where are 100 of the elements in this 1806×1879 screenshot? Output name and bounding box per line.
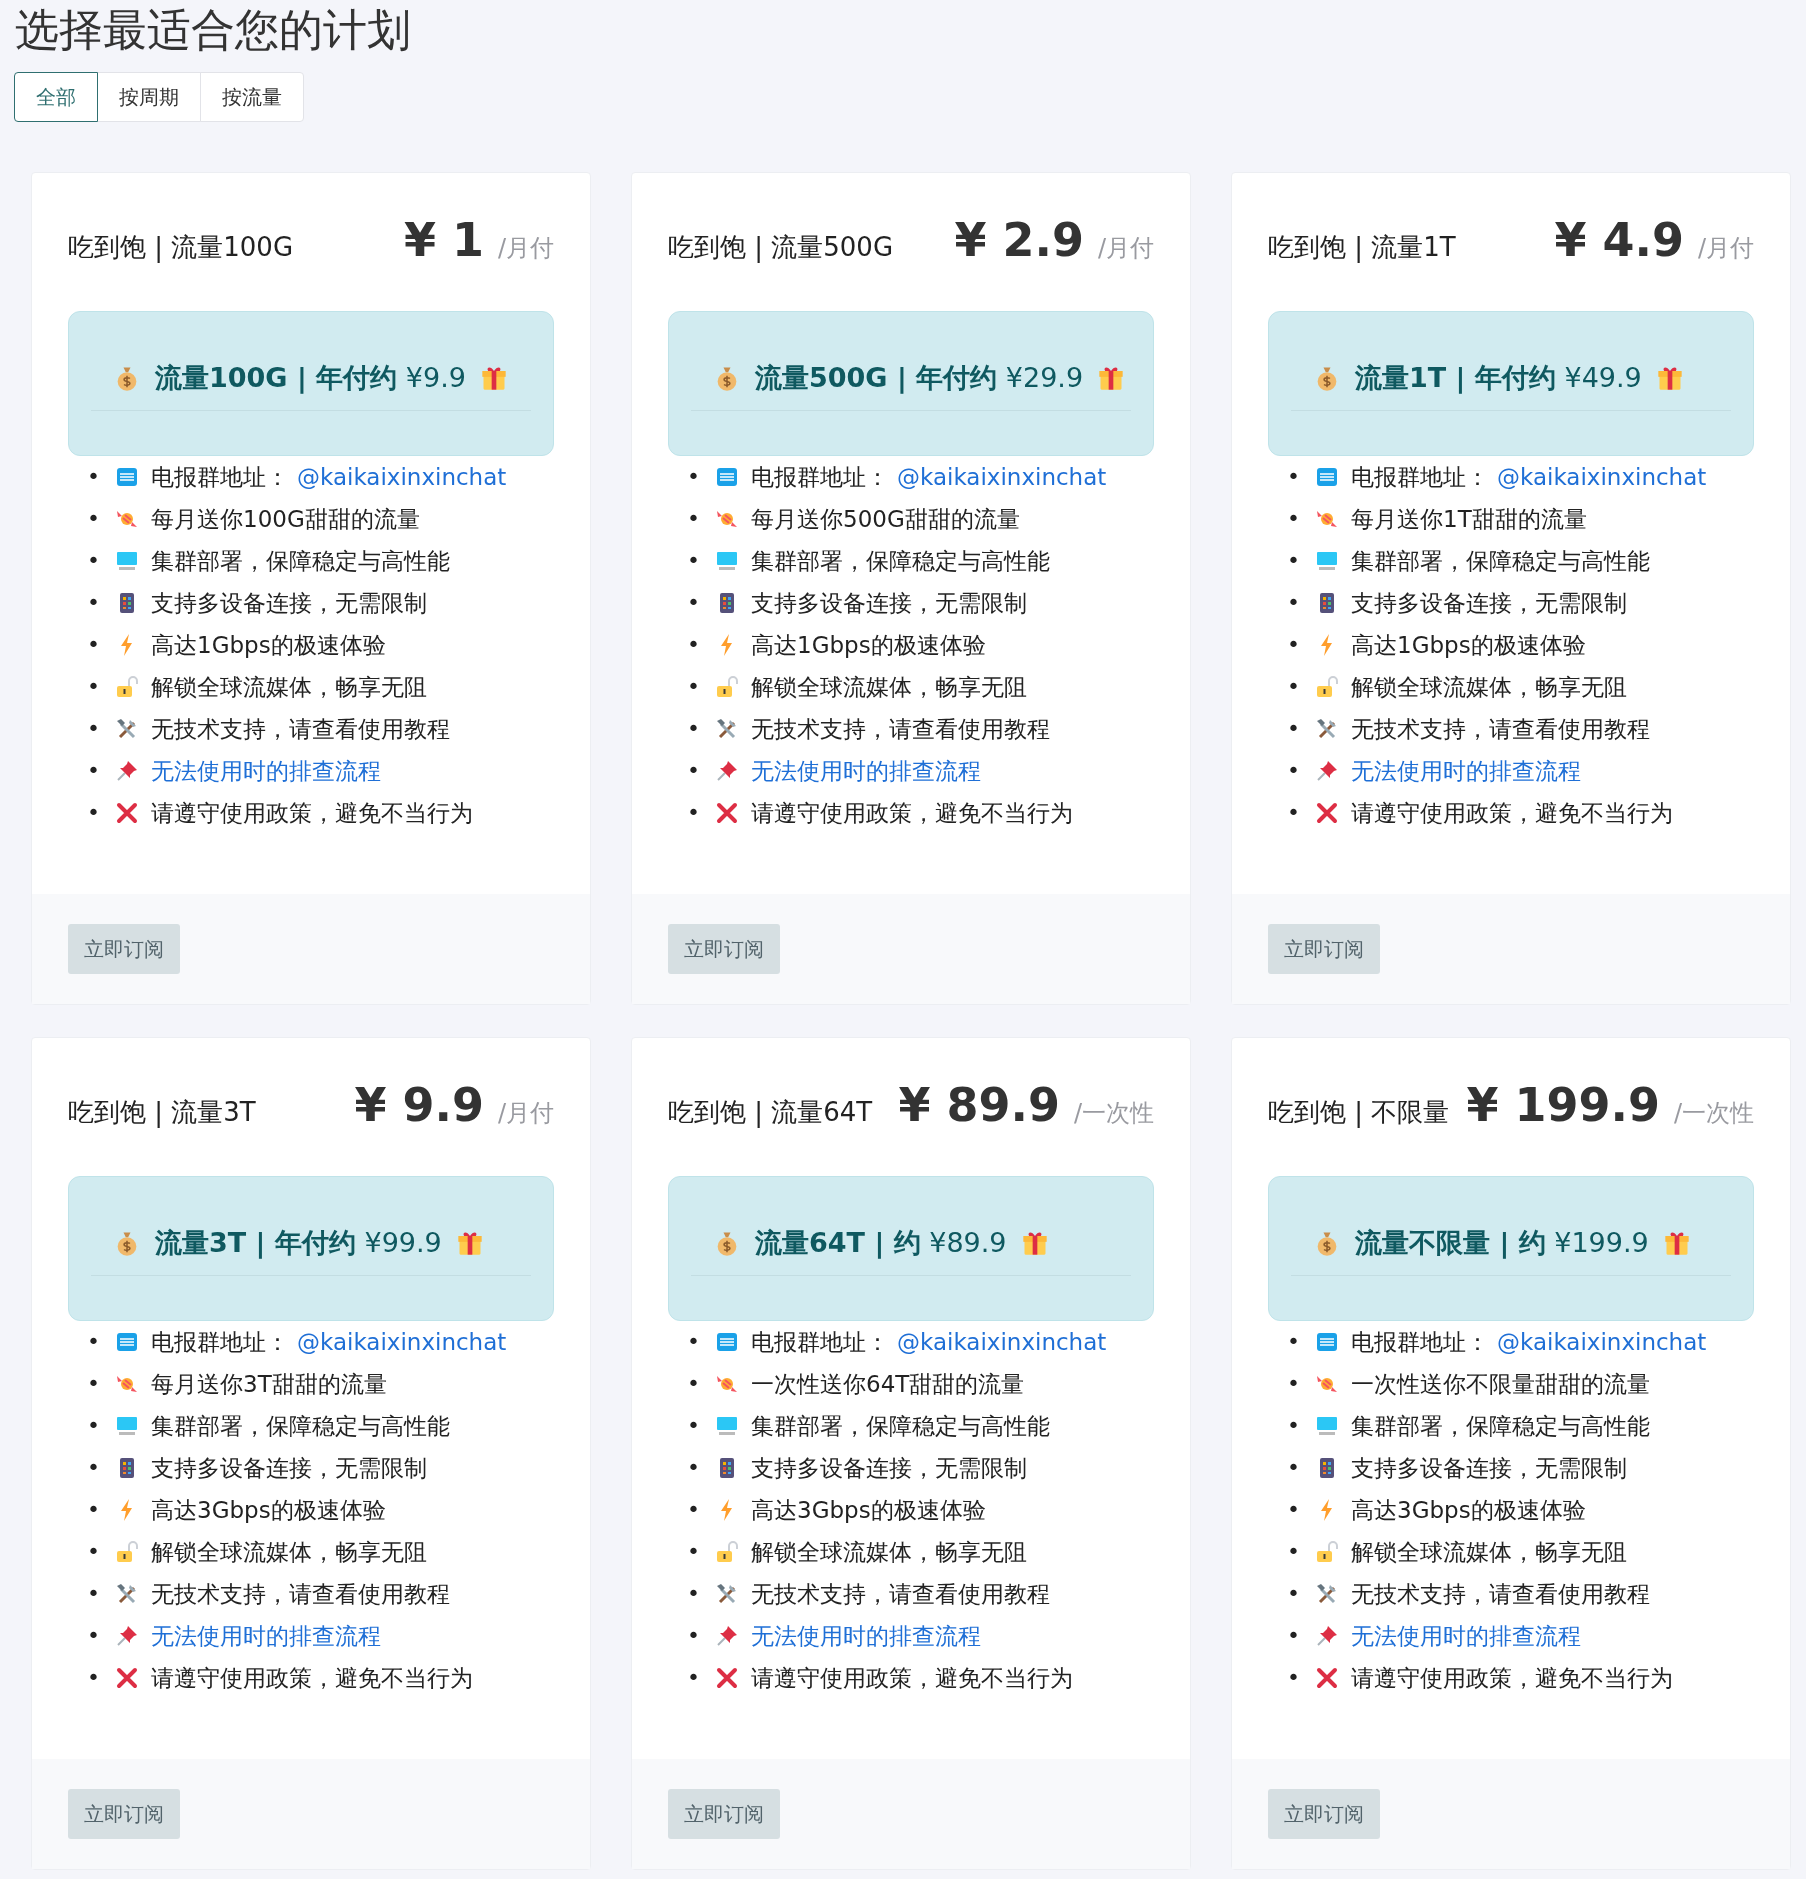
feature-text: 支持多设备连接，无需限制 [751,1454,1027,1483]
monitor-icon [715,549,739,573]
feature-link[interactable]: @kaikaixinxinchat [897,456,1107,498]
feature-text: 支持多设备连接，无需限制 [151,1454,427,1483]
feature-text: 每月送你3T甜甜的流量 [151,1370,387,1399]
filter-tab[interactable]: 按周期 [97,72,201,122]
offer-text: 流量500G | 年付约 ¥29.9 [755,361,1084,396]
cross-icon [1315,801,1339,825]
feature-text: 请遵守使用政策，避免不当行为 [151,1664,473,1693]
feature-text: 电报群地址： [1351,463,1489,492]
free-sign-icon [115,1330,139,1354]
free-sign-icon [715,465,739,489]
feature-text: 电报群地址： [151,1328,289,1357]
bullet: • [87,589,101,617]
feature-text: 高达1Gbps的极速体验 [751,631,986,660]
subscribe-button[interactable]: 立即订阅 [668,924,780,974]
bullet: • [687,799,701,827]
subscribe-button[interactable]: 立即订阅 [68,1789,180,1839]
bullet: • [1287,715,1301,743]
feature-link[interactable]: @kaikaixinxinchat [897,1321,1107,1363]
feature-text: 请遵守使用政策，避免不当行为 [751,1664,1073,1693]
bullet: • [1287,631,1301,659]
subscribe-button[interactable]: 立即订阅 [1268,1789,1380,1839]
feature-text: 无技术支持，请查看使用教程 [751,715,1050,744]
bullet: • [87,1412,101,1440]
billing-period: /一次性 [1073,1098,1154,1129]
feature-link[interactable]: 无法使用时的排查流程 [751,750,981,792]
feature-text: 支持多设备连接，无需限制 [151,589,427,618]
bullet: • [687,463,701,491]
free-sign-icon [1315,465,1339,489]
bullet: • [87,757,101,785]
bullet: • [687,1496,701,1524]
monitor-icon [715,1414,739,1438]
gift-icon [1655,364,1684,392]
hammer-and-wrench-icon [715,717,739,741]
cross-icon [715,801,739,825]
feature-link[interactable]: @kaikaixinxinchat [297,1321,507,1363]
feature-text: 每月送你1T甜甜的流量 [1351,505,1587,534]
gift-icon [1662,1229,1691,1257]
feature-link[interactable]: 无法使用时的排查流程 [1351,1615,1581,1657]
bullet: • [1287,1664,1301,1692]
feature-link[interactable]: 无法使用时的排查流程 [1351,750,1581,792]
unlocked-padlock-icon [715,1540,739,1564]
subscribe-button[interactable]: 立即订阅 [668,1789,780,1839]
feature-link[interactable]: @kaikaixinxinchat [1497,1321,1707,1363]
pushpin-icon [115,1624,139,1648]
feature-text: 高达1Gbps的极速体验 [151,631,386,660]
unlocked-padlock-icon [115,675,139,699]
offer-text: 流量100G | 年付约 ¥9.9 [155,361,466,396]
feature-link[interactable]: @kaikaixinxinchat [297,456,507,498]
filter-tab[interactable]: 全部 [14,72,98,122]
bullet: • [687,631,701,659]
feature-text: 请遵守使用政策，避免不当行为 [1351,1664,1673,1693]
subscribe-button[interactable]: 立即订阅 [1268,924,1380,974]
feature-text: 请遵守使用政策，避免不当行为 [751,799,1073,828]
bullet: • [687,505,701,533]
feature-text: 请遵守使用政策，避免不当行为 [1351,799,1673,828]
feature-link[interactable]: 无法使用时的排查流程 [751,1615,981,1657]
cross-icon [115,1666,139,1690]
feature-link[interactable]: @kaikaixinxinchat [1497,456,1707,498]
bullet: • [687,673,701,701]
plan-price: ¥ 199.9 [1466,1078,1660,1132]
feature-text: 电报群地址： [751,463,889,492]
feature-text: 无技术支持，请查看使用教程 [151,715,450,744]
hammer-and-wrench-icon [115,1582,139,1606]
feature-text: 电报群地址： [151,463,289,492]
offer-text: 流量3T | 年付约 ¥99.9 [155,1226,442,1261]
pushpin-icon [1315,759,1339,783]
feature-text: 集群部署，保障稳定与高性能 [751,547,1050,576]
unlocked-padlock-icon [715,675,739,699]
hammer-and-wrench-icon [715,1582,739,1606]
cross-icon [115,801,139,825]
bullet: • [1287,673,1301,701]
feature-text: 电报群地址： [1351,1328,1489,1357]
filter-tab[interactable]: 按流量 [200,72,304,122]
feature-text: 解锁全球流媒体，畅享无阻 [1351,1538,1627,1567]
feature-link[interactable]: 无法使用时的排查流程 [151,750,381,792]
plan-price: ¥ 9.9 [354,1078,484,1132]
bullet: • [1287,1622,1301,1650]
feature-link[interactable]: 无法使用时的排查流程 [151,1615,381,1657]
offer-text: 流量64T | 约 ¥89.9 [755,1226,1007,1261]
bullet: • [687,1538,701,1566]
bullet: • [1287,799,1301,827]
bullet: • [87,1538,101,1566]
plan-price: ¥ 89.9 [898,1078,1060,1132]
bullet: • [687,1664,701,1692]
offer-text: 流量不限量 | 约 ¥199.9 [1355,1226,1649,1261]
feature-text: 集群部署，保障稳定与高性能 [151,1412,450,1441]
bullet: • [87,463,101,491]
plan-name: 吃到饱 | 不限量 [1268,1096,1450,1130]
bullet: • [1287,1454,1301,1482]
subscribe-button[interactable]: 立即订阅 [68,924,180,974]
feature-text: 请遵守使用政策，避免不当行为 [151,799,473,828]
feature-text: 电报群地址： [751,1328,889,1357]
bullet: • [87,1622,101,1650]
feature-text: 无技术支持，请查看使用教程 [151,1580,450,1609]
bullet: • [1287,1496,1301,1524]
bullet: • [87,1328,101,1356]
plan-name: 吃到饱 | 流量3T [68,1096,256,1130]
bullet: • [1287,589,1301,617]
